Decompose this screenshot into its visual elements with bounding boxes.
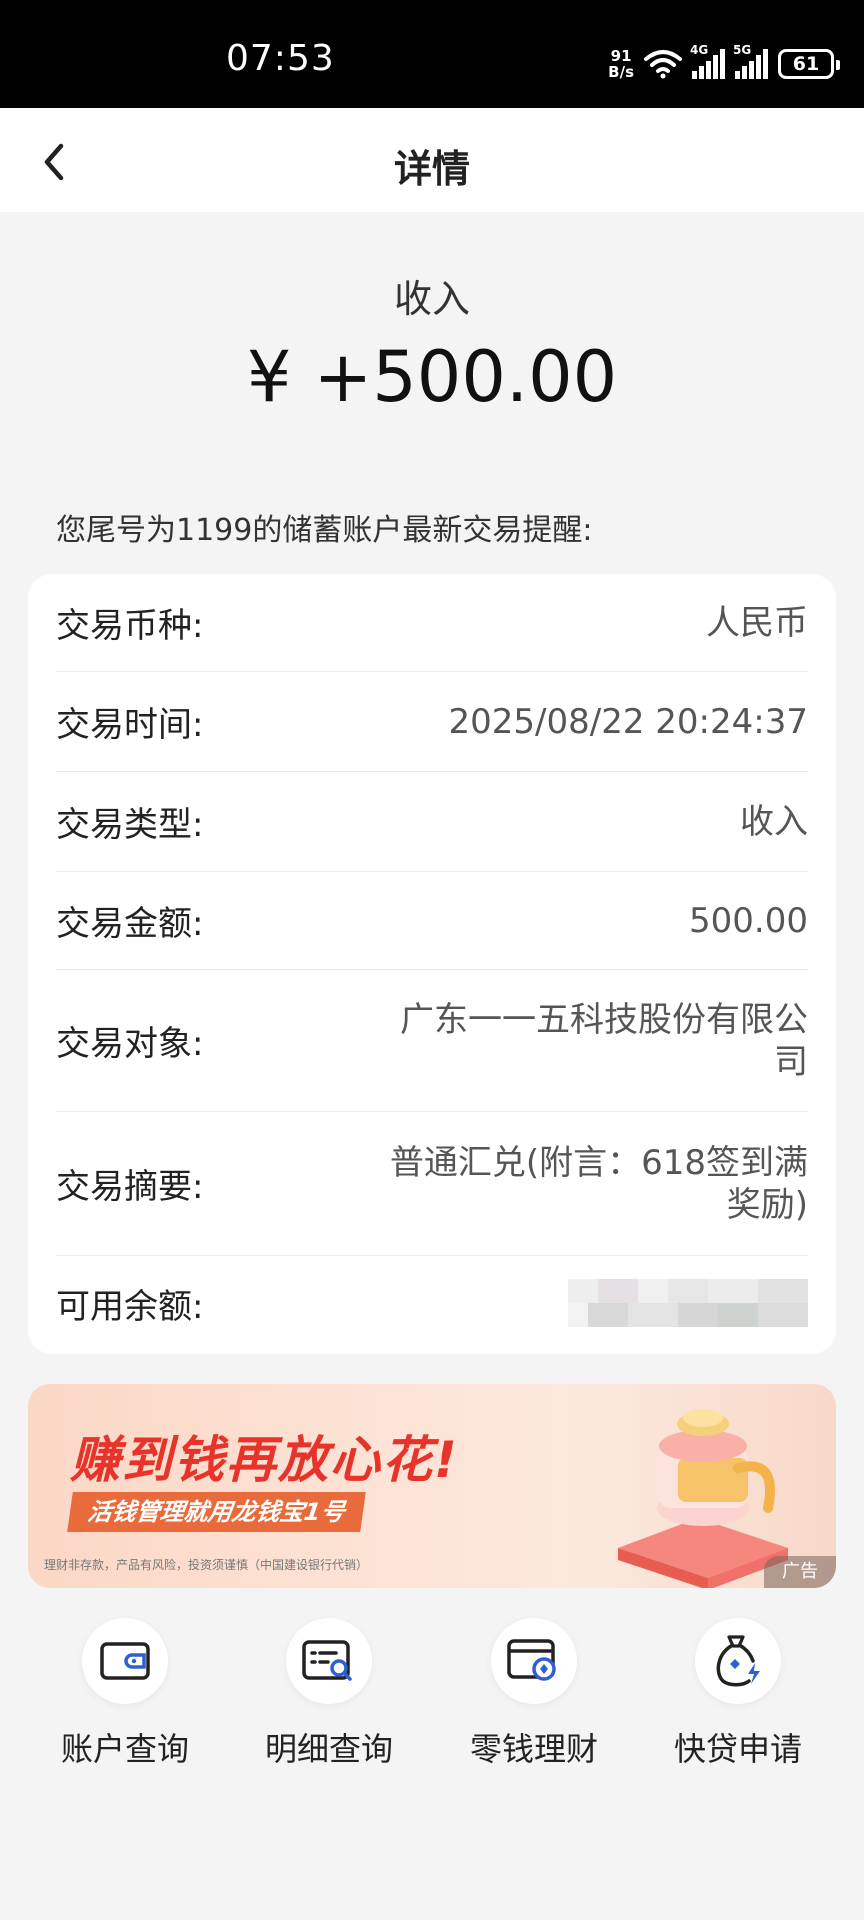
masked-balance	[568, 1279, 808, 1327]
detail-value: 广东一一五科技股份有限公司	[400, 999, 808, 1082]
shortcut-account-query[interactable]: 账户查询	[35, 1618, 215, 1778]
ad-tag: 广告	[764, 1556, 836, 1588]
detail-row-summary: 交易摘要: 普通汇兑(附言：618签到满奖励)	[56, 1112, 808, 1256]
detail-value: 普通汇兑(附言：618签到满奖励)	[389, 1142, 808, 1225]
detail-key: 交易金额:	[56, 904, 204, 944]
banner-subtitle: 活钱管理就用龙钱宝1号	[67, 1492, 366, 1532]
shortcut-change-wealth[interactable]: 零钱理财	[444, 1618, 624, 1778]
money-bag-lightning-icon	[716, 1635, 760, 1687]
banner-title: 赚到钱再放心花!	[70, 1431, 459, 1489]
shortcut-quick-loan[interactable]: 快贷申请	[648, 1618, 828, 1778]
detail-value: 500.00	[689, 900, 808, 941]
detail-key: 交易摘要:	[56, 1167, 204, 1207]
nav-bar: 详情	[0, 108, 864, 212]
cellular-4g-icon: 4G	[690, 43, 725, 79]
cellular-5g-icon: 5G	[733, 43, 768, 79]
detail-key: 交易对象:	[56, 1024, 204, 1064]
page-title: 详情	[393, 147, 470, 191]
shortcut-label: 快贷申请	[673, 1730, 802, 1768]
detail-key: 可用余额:	[56, 1286, 204, 1327]
shortcut-label: 零钱理财	[469, 1730, 598, 1768]
detail-row-currency: 交易币种: 人民币	[56, 574, 808, 672]
detail-row-type: 交易类型: 收入	[56, 772, 808, 872]
detail-row-amount: 交易金额: 500.00	[56, 872, 808, 970]
shortcut-detail-query[interactable]: 明细查询	[239, 1618, 419, 1778]
detail-value: 2025/08/22 20:24:37	[448, 701, 808, 742]
detail-value: 人民币	[706, 602, 808, 643]
status-icons: 91 B/s 4G 5G 61	[608, 43, 840, 84]
statement-search-icon	[302, 1640, 352, 1681]
transaction-type-label: 收入	[393, 277, 470, 321]
shortcut-bar: 账户查询 明细查询 零钱理财 快贷申请	[0, 1618, 864, 1778]
wifi-icon	[644, 50, 682, 79]
status-time: 07:53	[226, 38, 335, 79]
promo-banner[interactable]: 赚到钱再放心花! 活钱管理就用龙钱宝1号 理财非存款，产品有风险，投资须谨慎（中…	[28, 1384, 836, 1588]
shortcut-label: 明细查询	[264, 1730, 393, 1768]
banner-disclaimer: 理财非存款，产品有风险，投资须谨慎（中国建设银行代销）	[44, 1558, 369, 1572]
status-bar: 07:53 91 B/s 4G 5G 61	[0, 0, 864, 108]
detail-key: 交易时间:	[56, 705, 204, 745]
detail-key: 交易类型:	[56, 805, 204, 845]
detail-row-balance: 可用余额:	[56, 1256, 808, 1350]
shortcut-label: 账户查询	[60, 1730, 189, 1768]
card-coin-icon	[507, 1639, 556, 1681]
account-notice: 您尾号为1199的储蓄账户最新交易提醒:	[56, 513, 593, 548]
transaction-amount: ¥ +500.00	[246, 336, 618, 418]
network-speed: 91 B/s	[608, 47, 634, 81]
detail-key: 交易币种:	[56, 606, 204, 646]
detail-value: 收入	[740, 801, 808, 842]
battery-icon: 61	[778, 49, 840, 79]
detail-row-counterparty: 交易对象: 广东一一五科技股份有限公司	[56, 970, 808, 1112]
details-card: 交易币种: 人民币 交易时间: 2025/08/22 20:24:37 交易类型…	[28, 574, 836, 1354]
wallet-icon	[100, 1642, 150, 1680]
detail-row-time: 交易时间: 2025/08/22 20:24:37	[56, 672, 808, 772]
